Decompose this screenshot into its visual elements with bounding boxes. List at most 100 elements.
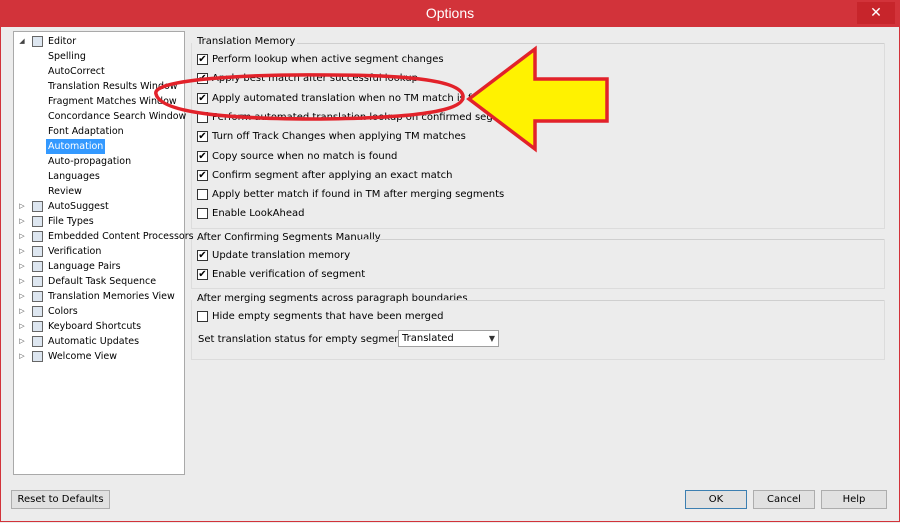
expand-icon[interactable]: ▷ — [17, 289, 27, 304]
window-title: Options — [425, 5, 475, 21]
options-dialog: Options ✕ ◢ Editor Spelling AutoCorrect Tran… — [0, 0, 900, 522]
checkbox-label: Update translation memory — [212, 250, 351, 261]
checkbox-label: Confirm segment after applying an exact … — [212, 169, 453, 181]
tree-item[interactable]: ▷ Welcome View — [14, 349, 184, 364]
checkbox-unchecked[interactable] — [197, 311, 208, 322]
status-select-label: Set translation status for empty segment… — [198, 334, 427, 345]
checkbox-unchecked[interactable] — [197, 189, 208, 201]
checkbox-unchecked[interactable] — [197, 111, 208, 123]
tree-item[interactable]: ▷ Embedded Content Processors — [14, 229, 194, 244]
tree-item[interactable]: Translation Results Window — [14, 79, 184, 94]
tree-item[interactable]: Languages — [14, 169, 184, 184]
tree-item[interactable]: Font Adaptation — [14, 124, 184, 139]
tree-item-label: Editor — [48, 36, 77, 47]
tree-item-label: Review — [48, 186, 82, 197]
tree-item-label: Font Adaptation — [48, 126, 124, 137]
tree-item[interactable]: ▷ Default Task Sequence — [14, 274, 184, 289]
tree-item[interactable]: ▷ Language Pairs — [14, 259, 184, 274]
tree-item[interactable]: Spelling — [14, 49, 184, 64]
tree-item-label: Fragment Matches Window — [48, 96, 177, 107]
checkbox-checked[interactable]: ✔ — [197, 169, 208, 181]
status-select[interactable]: Translated ▼ — [398, 330, 499, 347]
expand-icon[interactable]: ▷ — [17, 334, 27, 349]
tree-item-label: Spelling — [48, 51, 86, 62]
checkbox-label: Apply automated translation when no TM m… — [212, 92, 497, 104]
tree-item[interactable]: Concordance Search Window — [14, 109, 186, 124]
tree-item-label: Verification — [48, 246, 102, 257]
close-icon: ✕ — [870, 5, 882, 21]
cancel-button[interactable]: Cancel — [753, 490, 815, 509]
tree-item[interactable]: Auto-propagation — [14, 154, 184, 169]
colors-icon — [32, 306, 43, 317]
reset-to-defaults-button[interactable]: Reset to Defaults — [11, 490, 110, 509]
tree-item[interactable]: ▷ Verification — [14, 244, 184, 259]
checkbox-checked[interactable]: ✔ — [197, 250, 208, 261]
task-sequence-icon — [32, 276, 43, 287]
checkbox-label: Enable LookAhead — [212, 208, 305, 220]
tree-item-label: Default Task Sequence — [48, 276, 157, 287]
expand-icon[interactable]: ▷ — [17, 244, 27, 259]
checkbox-checked[interactable]: ✔ — [197, 54, 208, 65]
checkbox-label: Hide empty segments that have been merge… — [212, 311, 444, 322]
checkbox-label: Apply best match after successful lookup — [212, 73, 418, 85]
checkbox-checked[interactable]: ✔ — [197, 92, 208, 104]
translation-memories-icon — [32, 291, 43, 302]
checkbox-label: Copy source when no match is found — [212, 150, 398, 162]
tree-item-label: Keyboard Shortcuts — [48, 321, 142, 332]
tree-item[interactable]: ▷ File Types — [14, 214, 184, 229]
options-tree[interactable]: ◢ Editor Spelling AutoCorrect Translation Re… — [13, 31, 194, 475]
help-button[interactable]: Help — [821, 490, 887, 509]
ok-button[interactable]: OK — [685, 490, 747, 509]
expand-icon[interactable]: ▷ — [17, 259, 27, 274]
tree-item-label: Language Pairs — [48, 261, 121, 272]
close-button[interactable]: ✕ — [857, 2, 895, 24]
checkbox-label: Perform lookup when active segment chang… — [212, 54, 444, 65]
tree-item[interactable]: ▷ Colors — [14, 304, 184, 319]
expand-icon[interactable]: ▷ — [17, 274, 27, 289]
tree-item-label: Embedded Content Processors — [48, 231, 194, 242]
tree-item[interactable]: ▷ Keyboard Shortcuts — [14, 319, 184, 334]
expand-icon[interactable]: ▷ — [17, 349, 27, 364]
language-pairs-icon — [32, 261, 43, 272]
collapse-icon[interactable]: ◢ — [17, 34, 27, 49]
title-bar: Options ✕ — [1, 1, 899, 27]
expand-icon[interactable]: ▷ — [17, 229, 27, 244]
checkbox-label: Apply better match if found in TM after … — [212, 189, 505, 201]
expand-icon[interactable]: ▷ — [17, 214, 27, 229]
tree-item[interactable]: ▷ Translation Memories View — [14, 289, 184, 304]
tree-item-label: Languages — [48, 171, 100, 182]
home-icon — [32, 351, 43, 362]
tree-item-label: Auto-propagation — [48, 156, 132, 167]
tree-item-label: Colors — [48, 306, 78, 317]
file-types-icon — [32, 216, 43, 227]
tree-item-label: AutoSuggest — [48, 201, 109, 212]
checkbox-label: Perform automated translation lookup on … — [212, 111, 525, 123]
autosuggest-icon — [32, 201, 43, 212]
tree-item[interactable]: ▷ Automatic Updates — [14, 334, 184, 349]
updates-icon — [32, 336, 43, 347]
checkbox-checked[interactable]: ✔ — [197, 150, 208, 162]
tree-item[interactable]: Fragment Matches Window — [14, 94, 184, 109]
checkbox-checked[interactable]: ✔ — [197, 131, 208, 143]
tree-item[interactable]: ▷ AutoSuggest — [14, 199, 184, 214]
checkbox-label: Enable verification of segment — [212, 269, 366, 280]
expand-icon[interactable]: ▷ — [17, 199, 27, 214]
checkbox-label: Turn off Track Changes when applying TM … — [212, 131, 466, 143]
tree-item-label: Automatic Updates — [48, 336, 140, 347]
expand-icon[interactable]: ▷ — [17, 319, 27, 334]
checkbox-checked[interactable]: ✔ — [197, 73, 208, 85]
checkbox-checked[interactable]: ✔ — [197, 269, 208, 280]
expand-icon[interactable]: ▷ — [17, 304, 27, 319]
keyboard-icon — [32, 321, 43, 332]
tree-item-label: Translation Results Window — [48, 81, 178, 92]
status-select-value: Translated — [402, 333, 454, 344]
tree-item[interactable]: AutoCorrect — [14, 64, 184, 79]
tree-item[interactable]: Automation — [14, 139, 184, 154]
checkbox-unchecked[interactable] — [197, 208, 208, 220]
tree-item-label: File Types — [48, 216, 94, 227]
tree-item[interactable]: Review — [14, 184, 184, 199]
embedded-content-icon — [32, 231, 43, 242]
chevron-down-icon: ▼ — [488, 334, 495, 343]
tree-item[interactable]: ◢ Editor — [14, 34, 184, 49]
pencil-icon — [32, 36, 43, 47]
